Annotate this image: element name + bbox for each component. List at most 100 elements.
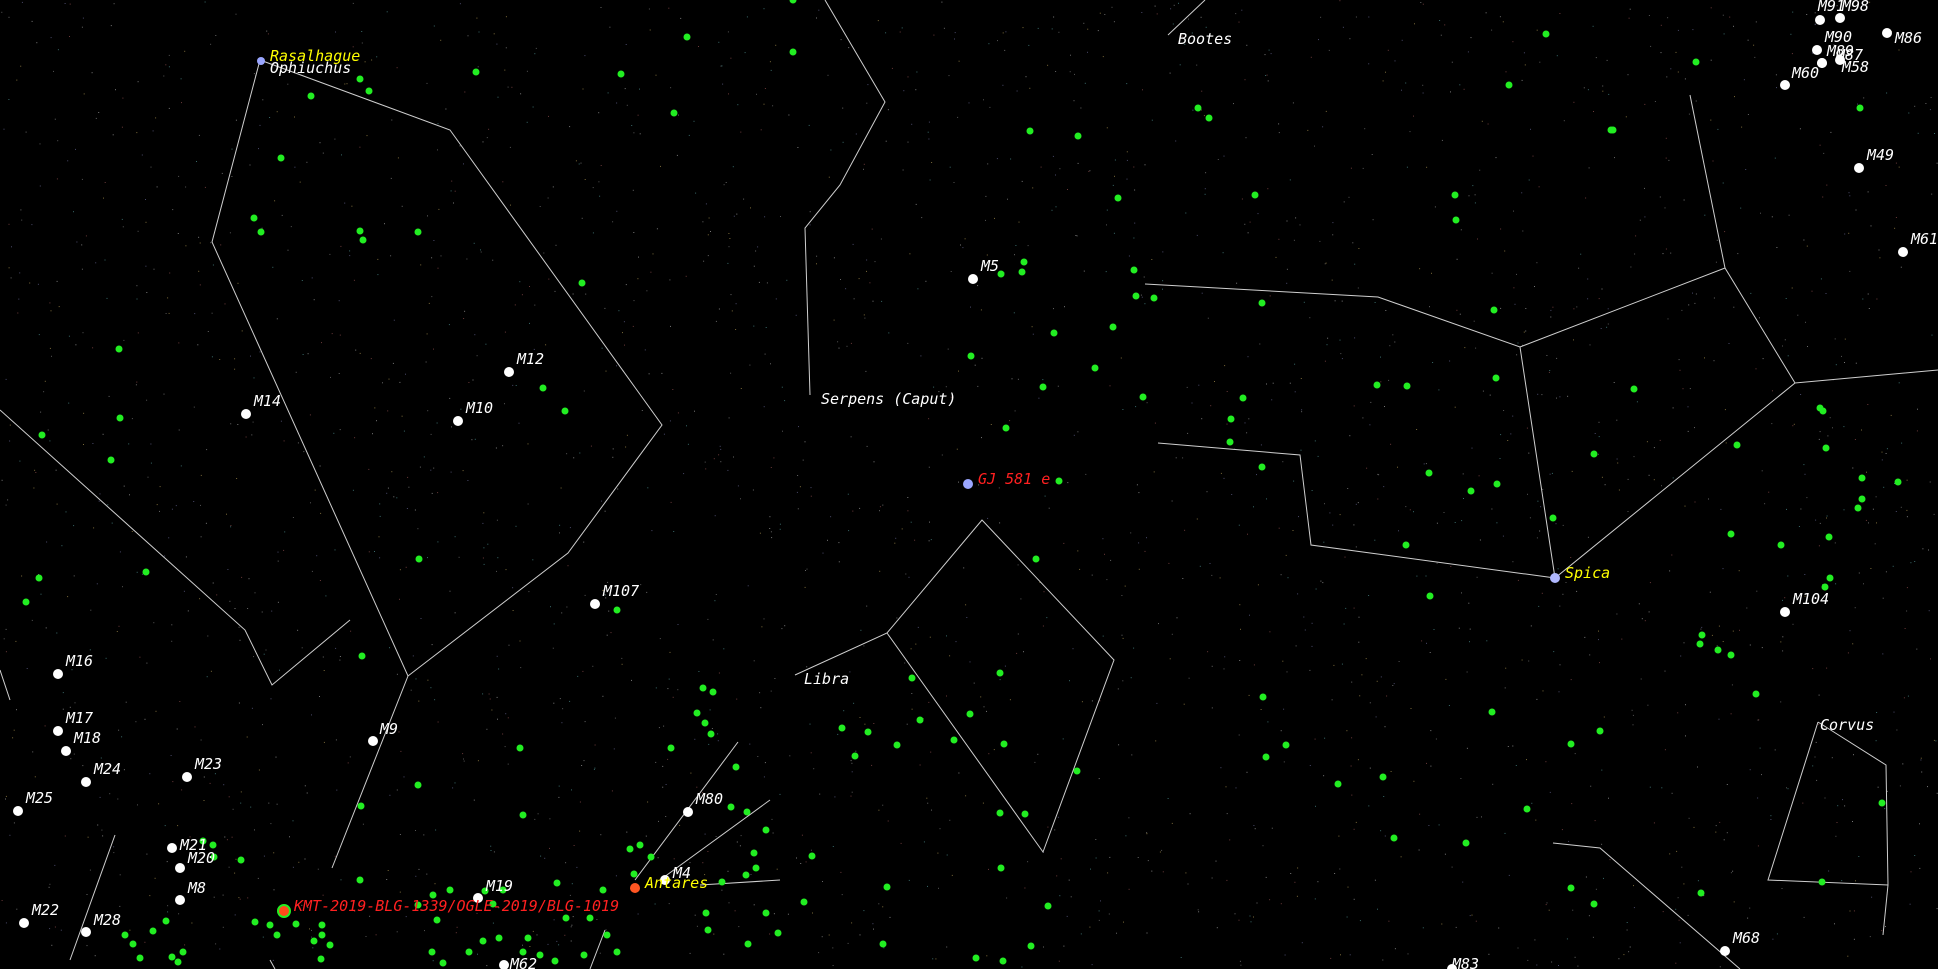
- galaxy-marker[interactable]: [561, 407, 569, 415]
- galaxy-marker[interactable]: [603, 931, 611, 939]
- galaxy-marker[interactable]: [750, 849, 758, 857]
- galaxy-marker[interactable]: [1021, 810, 1029, 818]
- galaxy-marker[interactable]: [174, 958, 182, 966]
- galaxy-marker[interactable]: [1696, 640, 1704, 648]
- messier-object-marker[interactable]: [182, 772, 192, 782]
- galaxy-marker[interactable]: [1425, 469, 1433, 477]
- messier-object-marker[interactable]: [590, 599, 600, 609]
- galaxy-marker[interactable]: [667, 744, 675, 752]
- exoplanet-kmt-marker[interactable]: [277, 904, 291, 918]
- galaxy-marker[interactable]: [997, 864, 1005, 872]
- galaxy-marker[interactable]: [357, 802, 365, 810]
- galaxy-marker[interactable]: [1139, 393, 1147, 401]
- galaxy-marker[interactable]: [414, 228, 422, 236]
- galaxy-marker[interactable]: [1596, 727, 1604, 735]
- messier-object-marker[interactable]: [368, 736, 378, 746]
- galaxy-marker[interactable]: [732, 763, 740, 771]
- galaxy-marker[interactable]: [356, 876, 364, 884]
- galaxy-marker[interactable]: [1032, 555, 1040, 563]
- galaxy-marker[interactable]: [1018, 268, 1026, 276]
- galaxy-marker[interactable]: [718, 878, 726, 886]
- galaxy-marker[interactable]: [107, 456, 115, 464]
- galaxy-marker[interactable]: [630, 870, 638, 878]
- galaxy-marker[interactable]: [838, 724, 846, 732]
- galaxy-marker[interactable]: [1044, 902, 1052, 910]
- galaxy-marker[interactable]: [1259, 693, 1267, 701]
- galaxy-marker[interactable]: [1055, 477, 1063, 485]
- galaxy-marker[interactable]: [551, 957, 559, 965]
- galaxy-marker[interactable]: [116, 414, 124, 422]
- galaxy-marker[interactable]: [472, 68, 480, 76]
- galaxy-marker[interactable]: [1282, 741, 1290, 749]
- messier-object-marker[interactable]: [1854, 163, 1864, 173]
- galaxy-marker[interactable]: [1402, 541, 1410, 549]
- galaxy-marker[interactable]: [762, 826, 770, 834]
- galaxy-marker[interactable]: [800, 898, 808, 906]
- galaxy-marker[interactable]: [1452, 216, 1460, 224]
- galaxy-marker[interactable]: [702, 909, 710, 917]
- galaxy-marker[interactable]: [626, 845, 634, 853]
- galaxy-marker[interactable]: [1091, 364, 1099, 372]
- galaxy-marker[interactable]: [266, 921, 274, 929]
- galaxy-marker[interactable]: [693, 709, 701, 717]
- galaxy-marker[interactable]: [996, 809, 1004, 817]
- galaxy-marker[interactable]: [1607, 126, 1615, 134]
- galaxy-marker[interactable]: [1567, 740, 1575, 748]
- galaxy-marker[interactable]: [1239, 394, 1247, 402]
- galaxy-marker[interactable]: [251, 918, 259, 926]
- galaxy-marker[interactable]: [613, 606, 621, 614]
- galaxy-marker[interactable]: [908, 674, 916, 682]
- galaxy-marker[interactable]: [479, 937, 487, 945]
- galaxy-marker[interactable]: [1258, 463, 1266, 471]
- galaxy-marker[interactable]: [524, 934, 532, 942]
- galaxy-marker[interactable]: [1727, 651, 1735, 659]
- galaxy-marker[interactable]: [1262, 753, 1270, 761]
- messier-object-marker[interactable]: [53, 669, 63, 679]
- galaxy-marker[interactable]: [1226, 438, 1234, 446]
- galaxy-marker[interactable]: [1777, 541, 1785, 549]
- galaxy-marker[interactable]: [707, 730, 715, 738]
- galaxy-marker[interactable]: [599, 886, 607, 894]
- galaxy-marker[interactable]: [307, 92, 315, 100]
- galaxy-marker[interactable]: [950, 736, 958, 744]
- galaxy-marker[interactable]: [742, 871, 750, 879]
- galaxy-marker[interactable]: [465, 948, 473, 956]
- galaxy-marker[interactable]: [1020, 258, 1028, 266]
- galaxy-marker[interactable]: [613, 948, 621, 956]
- galaxy-marker[interactable]: [1816, 404, 1824, 412]
- galaxy-marker[interactable]: [762, 909, 770, 917]
- galaxy-marker[interactable]: [1002, 424, 1010, 432]
- galaxy-marker[interactable]: [1523, 805, 1531, 813]
- galaxy-marker[interactable]: [358, 652, 366, 660]
- galaxy-marker[interactable]: [967, 352, 975, 360]
- galaxy-marker[interactable]: [22, 598, 30, 606]
- galaxy-marker[interactable]: [168, 953, 176, 961]
- messier-object-marker[interactable]: [1780, 80, 1790, 90]
- galaxy-marker[interactable]: [179, 948, 187, 956]
- galaxy-marker[interactable]: [1467, 487, 1475, 495]
- messier-object-marker[interactable]: [53, 726, 63, 736]
- galaxy-marker[interactable]: [317, 955, 325, 963]
- galaxy-marker[interactable]: [1714, 646, 1722, 654]
- galaxy-marker[interactable]: [1373, 381, 1381, 389]
- galaxy-marker[interactable]: [1073, 767, 1081, 775]
- galaxy-marker[interactable]: [433, 916, 441, 924]
- galaxy-marker[interactable]: [519, 811, 527, 819]
- messier-object-marker[interactable]: [1882, 28, 1892, 38]
- galaxy-marker[interactable]: [1027, 942, 1035, 950]
- galaxy-marker[interactable]: [789, 48, 797, 56]
- galaxy-marker[interactable]: [1549, 514, 1557, 522]
- galaxy-marker[interactable]: [704, 926, 712, 934]
- galaxy-marker[interactable]: [578, 279, 586, 287]
- galaxy-marker[interactable]: [1822, 444, 1830, 452]
- messier-object-marker[interactable]: [81, 777, 91, 787]
- sky-map[interactable]: M12M10M14M5M107M9M16M17M18M24 M23M25M21M2…: [0, 0, 1938, 969]
- galaxy-marker[interactable]: [670, 109, 678, 117]
- galaxy-marker[interactable]: [415, 555, 423, 563]
- galaxy-marker[interactable]: [1227, 415, 1235, 423]
- galaxy-marker[interactable]: [1334, 780, 1342, 788]
- galaxy-marker[interactable]: [1878, 799, 1886, 807]
- messier-object-marker[interactable]: [968, 274, 978, 284]
- galaxy-marker[interactable]: [744, 940, 752, 948]
- messier-object-marker[interactable]: [167, 843, 177, 853]
